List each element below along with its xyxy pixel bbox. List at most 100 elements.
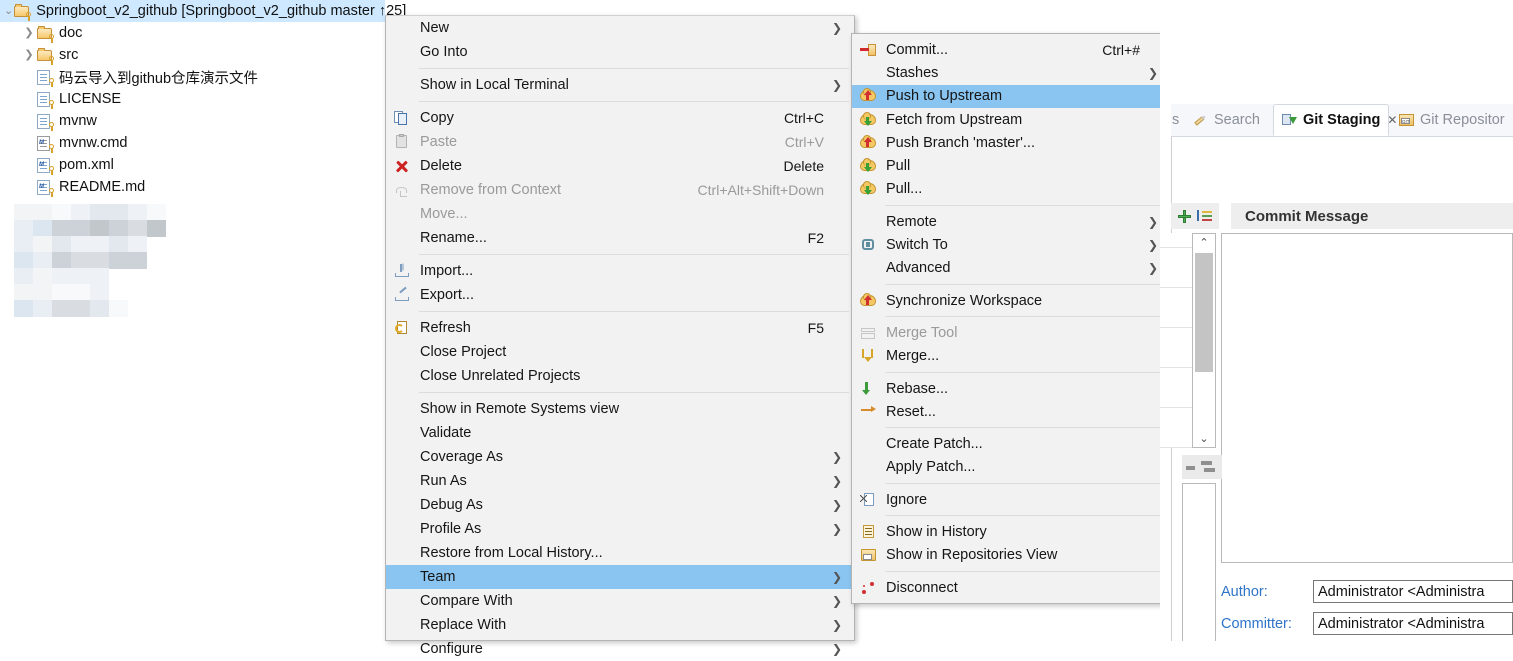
menu-item-team[interactable]: Team ❯ — [386, 565, 854, 589]
menu-item-copy[interactable]: Copy Ctrl+C — [386, 106, 854, 130]
menu-item-delete[interactable]: Delete Delete — [386, 154, 854, 178]
git-staging-panel[interactable]: s Search Git Staging✕ Git Repositor Commit … — [1160, 0, 1513, 641]
sort-icon[interactable] — [1197, 209, 1212, 223]
chevron-right-icon[interactable]: ❯ — [22, 49, 36, 61]
menu-item-synchronize-workspace[interactable]: Synchronize Workspace — [852, 289, 1170, 312]
tab-search[interactable]: Search — [1185, 104, 1271, 136]
scrollbar-thumb[interactable] — [1195, 253, 1213, 372]
tree-item-pom-xml[interactable]: Mpom.xml — [0, 154, 385, 176]
commit-message-input[interactable] — [1221, 233, 1513, 563]
menu-item-remote[interactable]: Remote ❯ — [852, 210, 1170, 233]
cloud-sync-icon — [860, 292, 877, 309]
tree-item-src[interactable]: ❯ src — [0, 44, 385, 66]
menu-item-new[interactable]: New ❯ — [386, 16, 854, 40]
menu-item-close-project[interactable]: Close Project — [386, 340, 854, 364]
menu-item-validate[interactable]: Validate — [386, 421, 854, 445]
committer-input[interactable]: Administrator <Administra — [1313, 612, 1513, 635]
menu-item-label: Paste — [420, 134, 458, 150]
menu-item-go-into[interactable]: Go Into — [386, 40, 854, 64]
import-icon — [394, 263, 411, 279]
menu-item-coverage-as[interactable]: Coverage As ❯ — [386, 445, 854, 469]
tab-s[interactable]: s — [1165, 104, 1183, 136]
menu-item-compare-with[interactable]: Compare With ❯ — [386, 589, 854, 613]
plus-icon[interactable] — [1178, 209, 1191, 223]
menu-item-refresh[interactable]: Refresh F5 — [386, 316, 854, 340]
menu-item-create-patch[interactable]: Create Patch... — [852, 432, 1170, 455]
menu-item-debug-as[interactable]: Debug As ❯ — [386, 493, 854, 517]
tab-git-staging[interactable]: Git Staging ✕ — [1273, 104, 1397, 136]
scroll-down-arrow[interactable]: ⌄ — [1193, 430, 1215, 447]
menu-separator — [885, 316, 1165, 318]
menu-item-import[interactable]: Import... — [386, 259, 854, 283]
tab-git-repositor[interactable]: Git Repositor — [1391, 104, 1513, 136]
team-submenu[interactable]: Commit... Ctrl+# Stashes ❯ Push to Upstream F… — [851, 33, 1171, 605]
staging-scrollbar[interactable]: ⌃ ⌄ — [1192, 233, 1216, 448]
menu-item-fetch-from-upstream[interactable]: Fetch from Upstream — [852, 108, 1170, 131]
menu-item-ignore[interactable]: Ignore — [852, 488, 1170, 511]
tree-item-license[interactable]: LICENSE — [0, 88, 385, 110]
menu-item-advanced[interactable]: Advanced ❯ — [852, 257, 1170, 280]
view-tab-bar[interactable]: s Search Git Staging✕ Git Repositor — [1171, 104, 1513, 137]
menu-item-export[interactable]: Export... — [386, 283, 854, 307]
menu-item-show-in-repositories-view[interactable]: Show in Repositories View — [852, 544, 1170, 567]
project-explorer[interactable]: ⌄ Springboot_v2_github [Springboot_v2_git… — [0, 0, 406, 641]
tree-item-mvnw-cmd[interactable]: Mmvnw.cmd — [0, 132, 385, 154]
chevron-right-icon: ❯ — [1147, 238, 1158, 253]
menu-item-profile-as[interactable]: Profile As ❯ — [386, 517, 854, 541]
scroll-up-arrow[interactable]: ⌃ — [1193, 234, 1215, 251]
menu-item-rebase[interactable]: Rebase... — [852, 377, 1170, 400]
project-context-menu[interactable]: New ❯ Go Into Show in Local Terminal ❯ Copy Ct… — [385, 15, 855, 657]
merge-icon — [860, 348, 877, 364]
menu-item-label: Debug As — [420, 497, 483, 513]
menu-item-push-to-upstream[interactable]: Push to Upstream — [852, 84, 1170, 108]
menu-item-pull[interactable]: Pull — [852, 154, 1170, 177]
list-row-divider — [1160, 287, 1196, 288]
menu-item-restore-from-local-history[interactable]: Restore from Local History... — [386, 541, 854, 565]
menu-item-label: Show in History — [886, 523, 987, 540]
menu-item-disconnect[interactable]: Disconnect — [852, 576, 1170, 599]
author-input[interactable]: Administrator <Administra — [1313, 580, 1513, 603]
git-staging-icon — [1281, 112, 1298, 128]
menu-separator — [885, 283, 1165, 285]
blurred-content — [14, 204, 166, 318]
menu-item-close-unrelated-projects[interactable]: Close Unrelated Projects — [386, 364, 854, 388]
menu-item-show-in-local-terminal[interactable]: Show in Local Terminal ❯ — [386, 73, 854, 97]
menu-item-run-as[interactable]: Run As ❯ — [386, 469, 854, 493]
staged-changes-toolbar[interactable] — [1182, 455, 1222, 479]
staged-changes-list[interactable] — [1182, 483, 1216, 641]
menu-item-pull[interactable]: Pull... — [852, 178, 1170, 201]
folder-icon — [36, 47, 55, 65]
unstaged-changes-list[interactable] — [1160, 233, 1196, 448]
menu-item-label: Create Patch... — [886, 436, 983, 453]
chevron-right-icon[interactable]: ❯ — [22, 27, 36, 39]
menu-item-replace-with[interactable]: Replace With ❯ — [386, 613, 854, 637]
tree-item-readme-md[interactable]: M README.md — [0, 176, 385, 198]
menu-item-show-in-remote-systems-view[interactable]: Show in Remote Systems view — [386, 397, 854, 421]
menu-item-label: Disconnect — [886, 579, 958, 596]
version-control-badge-icon — [48, 56, 55, 65]
menu-item-push-branch-master[interactable]: Push Branch 'master'... — [852, 131, 1170, 154]
menu-item-apply-patch[interactable]: Apply Patch... — [852, 456, 1170, 479]
staging-toolbar[interactable] — [1171, 203, 1219, 229]
menu-item-switch-to[interactable]: Switch To ❯ — [852, 233, 1170, 256]
menu-item-rename[interactable]: Rename... F2 — [386, 226, 854, 250]
menu-item-shortcut: Delete — [783, 158, 824, 174]
chevron-down-icon[interactable]: ⌄ — [4, 5, 13, 17]
menu-item-label: Import... — [420, 263, 474, 279]
version-control-badge-icon — [48, 144, 55, 153]
menu-item-stashes[interactable]: Stashes ❯ — [852, 61, 1170, 84]
copy-icon — [394, 110, 411, 126]
tree-item-mvnw[interactable]: mvnw — [0, 110, 385, 132]
menu-item-reset[interactable]: Reset... — [852, 400, 1170, 423]
menu-item-label: Profile As — [420, 521, 482, 537]
tab-label: Git Staging — [1303, 112, 1381, 128]
menu-item-label: Move... — [420, 206, 468, 222]
menu-item-commit[interactable]: Commit... Ctrl+# — [852, 38, 1170, 61]
tree-item-project[interactable]: ⌄ Springboot_v2_github [Springboot_v2_git… — [0, 0, 406, 22]
menu-item-show-in-history[interactable]: Show in History — [852, 520, 1170, 543]
refresh-icon — [394, 320, 411, 336]
tree-item-doc[interactable]: ❯ doc — [0, 22, 385, 44]
menu-item-merge[interactable]: Merge... — [852, 345, 1170, 368]
menu-item-remove-from-context: Remove from Context Ctrl+Alt+Shift+Down — [386, 178, 854, 202]
tree-item-github[interactable]: 码云导入到github仓库演示文件 — [0, 66, 385, 88]
